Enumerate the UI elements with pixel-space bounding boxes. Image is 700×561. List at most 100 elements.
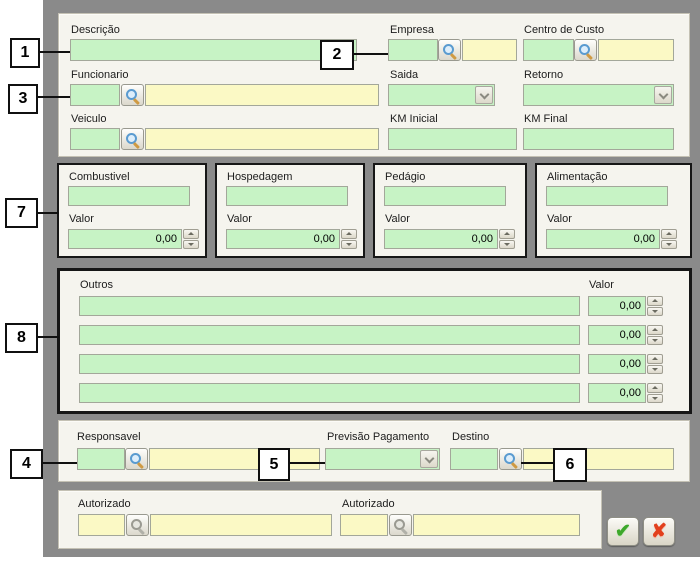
outros-valor-input[interactable]	[588, 354, 646, 374]
spin-down-button[interactable]	[341, 240, 357, 250]
callout-number: 4	[22, 455, 31, 473]
outros-valor-input[interactable]	[588, 325, 646, 345]
centro-de-custo-code-input[interactable]	[523, 39, 574, 61]
outros-input[interactable]	[79, 325, 580, 345]
empresa-label: Empresa	[390, 24, 434, 36]
checkmark-icon: ✔	[615, 520, 631, 543]
km-inicial-label: KM Inicial	[390, 113, 438, 125]
outros-input[interactable]	[79, 383, 580, 403]
centro-de-custo-search-button[interactable]	[574, 39, 597, 61]
arrow-down-icon	[652, 368, 658, 371]
veiculo-code-input[interactable]	[70, 128, 120, 150]
funcionario-name-input[interactable]	[145, 84, 379, 106]
callout-line	[38, 51, 70, 53]
spin-up-button[interactable]	[183, 229, 199, 239]
autorizado-name-input[interactable]	[413, 514, 580, 536]
autorizado-code-input[interactable]	[340, 514, 388, 536]
outros-input[interactable]	[79, 296, 580, 316]
spin-down-button[interactable]	[499, 240, 515, 250]
alimentacao-valor-input[interactable]	[546, 229, 660, 249]
funcionario-search-button[interactable]	[121, 84, 144, 106]
hospedagem-valor-input[interactable]	[226, 229, 340, 249]
empresa-name-input[interactable]	[462, 39, 517, 61]
veiculo-label: Veiculo	[71, 113, 106, 125]
autorizado-name-input[interactable]	[150, 514, 332, 536]
chevron-down-icon[interactable]	[420, 450, 438, 468]
veiculo-name-input[interactable]	[145, 128, 379, 150]
combustivel-valor-spinner[interactable]	[183, 229, 199, 249]
outros-valor-spinner[interactable]	[647, 383, 663, 403]
chevron-down-icon[interactable]	[654, 86, 672, 104]
callout-number: 6	[566, 456, 575, 474]
destino-search-button[interactable]	[499, 448, 522, 470]
outros-valor-input[interactable]	[588, 383, 646, 403]
retorno-label: Retorno	[524, 69, 563, 81]
outros-valor-input[interactable]	[588, 296, 646, 316]
chevron-down-icon[interactable]	[475, 86, 493, 104]
spin-down-button[interactable]	[661, 240, 677, 250]
outros-valor-spinner[interactable]	[647, 325, 663, 345]
spin-up-button[interactable]	[647, 296, 663, 306]
combustivel-input[interactable]	[68, 186, 190, 206]
destino-name-input[interactable]	[523, 448, 674, 470]
outros-label: Outros	[80, 279, 113, 291]
saida-select[interactable]	[388, 84, 495, 106]
spin-down-button[interactable]	[647, 394, 663, 404]
search-icon	[503, 452, 518, 467]
spin-up-button[interactable]	[647, 383, 663, 393]
arrow-down-icon	[652, 397, 658, 400]
outros-valor-spinner[interactable]	[647, 296, 663, 316]
empresa-code-input[interactable]	[388, 39, 438, 61]
spin-up-button[interactable]	[499, 229, 515, 239]
autorizado-code-input[interactable]	[78, 514, 125, 536]
previsao-pagamento-label: Previsão Pagamento	[327, 431, 429, 443]
alimentacao-valor-spinner[interactable]	[661, 229, 677, 249]
callout-line	[354, 53, 388, 55]
spin-down-button[interactable]	[647, 336, 663, 346]
km-final-input[interactable]	[523, 128, 674, 150]
spin-up-button[interactable]	[341, 229, 357, 239]
previsao-pagamento-select[interactable]	[325, 448, 440, 470]
spin-up-button[interactable]	[661, 229, 677, 239]
pedagio-valor-spinner[interactable]	[499, 229, 515, 249]
responsavel-code-input[interactable]	[77, 448, 125, 470]
km-inicial-input[interactable]	[388, 128, 517, 150]
spin-up-button[interactable]	[647, 354, 663, 364]
search-icon	[125, 88, 140, 103]
spin-up-button[interactable]	[647, 325, 663, 335]
callout-line	[43, 462, 77, 464]
callout-line	[36, 96, 70, 98]
spin-down-button[interactable]	[647, 307, 663, 317]
callout-3: 3	[8, 84, 38, 114]
responsavel-name-input[interactable]	[149, 448, 320, 470]
alimentacao-input[interactable]	[546, 186, 668, 206]
combustivel-valor-input[interactable]	[68, 229, 182, 249]
arrow-up-icon	[346, 232, 352, 235]
destino-code-input[interactable]	[450, 448, 498, 470]
responsavel-label: Responsavel	[77, 431, 141, 443]
responsavel-search-button[interactable]	[125, 448, 148, 470]
spin-down-button[interactable]	[647, 365, 663, 375]
outros-valor-spinner[interactable]	[647, 354, 663, 374]
pedagio-input[interactable]	[384, 186, 506, 206]
veiculo-search-button[interactable]	[121, 128, 144, 150]
centro-de-custo-name-input[interactable]	[598, 39, 674, 61]
pedagio-valor-input[interactable]	[384, 229, 498, 249]
retorno-select[interactable]	[523, 84, 674, 106]
autorizado-search-button[interactable]	[126, 514, 149, 536]
callout-line	[521, 462, 553, 464]
descricao-input[interactable]	[70, 39, 357, 61]
hospedagem-valor-spinner[interactable]	[341, 229, 357, 249]
combustivel-label: Combustivel	[69, 171, 130, 183]
funcionario-code-input[interactable]	[70, 84, 120, 106]
cancel-button[interactable]: ✘	[643, 517, 675, 546]
empresa-search-button[interactable]	[438, 39, 461, 61]
autorizado-search-button[interactable]	[389, 514, 412, 536]
callout-2: 2	[320, 40, 354, 70]
autorizado-label: Autorizado	[78, 498, 131, 510]
combustivel-valor-label: Valor	[69, 213, 94, 225]
hospedagem-input[interactable]	[226, 186, 348, 206]
outros-input[interactable]	[79, 354, 580, 374]
spin-down-button[interactable]	[183, 240, 199, 250]
confirm-button[interactable]: ✔	[607, 517, 639, 546]
